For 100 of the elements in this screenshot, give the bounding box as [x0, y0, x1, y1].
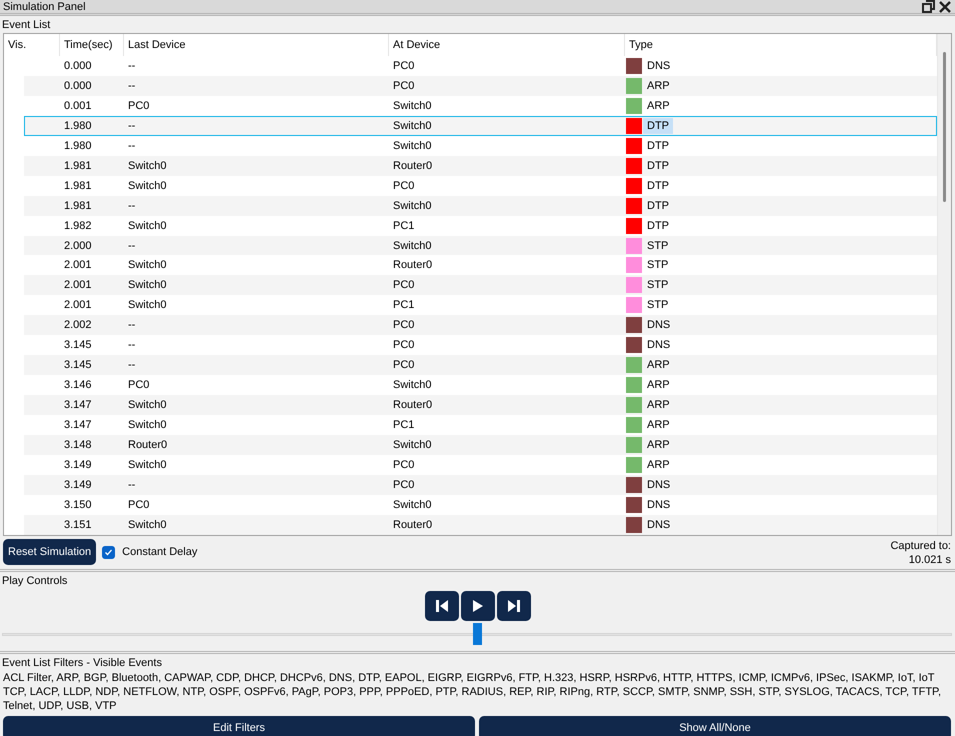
table-cell-text: Switch0 — [127, 259, 168, 272]
forward-button[interactable] — [496, 591, 530, 621]
table-cell-text: PC0 — [392, 359, 416, 372]
table-cell-text: 0.001 — [63, 100, 93, 112]
event-row[interactable]: 1.982 Switch0 PC1 DTP — [24, 216, 937, 236]
check-icon — [104, 548, 114, 556]
table-cell-text: STP — [646, 278, 670, 294]
filter-list: ACL Filter, ARP, BGP, Bluetooth, CAPWAP, CDP, DHCP, DHCPv6, DNS, DTP, EAPOL, EIGRP, EIGRPv6, FTP, H.323, HSRP, HSRPv6, HTTP, HTTPS, ICMP, ICMPv6, IPSec, ISAKMP, IoT, IoT TCP, LACP, LLDP, NDP, NETFLOW, NTP, OSPF, OSPFv6, PAgP, POP3, PPP, PPPoED, PTP, RADIUS, REP, RIP, RIPng, RTP, SCCP, SMTP, SNMP, SSH, STP, SYSLOG, TACACS, TCP, TFTP, Telnet, UDP, USB, VTP — [0, 671, 955, 713]
table-cell-text: ARP — [646, 418, 671, 434]
table-cell-text: ARP — [646, 98, 671, 114]
table-cell-text: ARP — [646, 78, 671, 94]
scrollbar-thumb[interactable] — [943, 52, 946, 202]
table-cell-text: Switch0 — [392, 200, 433, 212]
table-cell-text: Switch0 — [127, 180, 168, 192]
table-cell-text: DNS — [646, 58, 672, 74]
table-cell-text: Switch0 — [392, 140, 433, 152]
event-row[interactable]: 2.001 Switch0 PC1 STP — [24, 295, 937, 316]
table-cell-text: DNS — [646, 338, 672, 354]
event-row[interactable]: 1.981 Switch0 Router0 DTP — [24, 156, 937, 176]
table-cell-text: DTP — [646, 178, 670, 194]
table-cell-text: PC0 — [392, 478, 416, 491]
restore-icon[interactable] — [922, 0, 935, 13]
table-cell-text: 2.001 — [63, 299, 93, 312]
table-cell-text: PC1 — [392, 419, 416, 432]
table-cell-text: Switch0 — [127, 160, 168, 172]
table-cell-text: PC0 — [392, 80, 416, 92]
table-cell-text: ARP — [646, 398, 671, 414]
section-title: Event List Filters - Visible Events — [1, 656, 163, 671]
table-cell-text: Switch0 — [392, 120, 433, 132]
filter-button[interactable]: Edit Filters — [3, 716, 475, 736]
table-cell-text: Switch0 — [127, 299, 168, 312]
table-cell-text: PC0 — [392, 458, 416, 471]
table-cell-text: Switch0 — [127, 220, 168, 232]
table-cell-text: 1.981 — [63, 180, 93, 192]
event-row[interactable]: 3.148 Router0 Switch0 ARP — [24, 435, 937, 456]
checkbox[interactable] — [102, 546, 116, 558]
table-cell-text: Router0 — [392, 518, 434, 531]
close-icon[interactable] — [939, 0, 951, 12]
table-cell-text: DTP — [646, 198, 670, 214]
event-row[interactable]: 0.000 -- PC0 ARP — [24, 76, 937, 96]
event-row[interactable]: 3.149 -- PC0 DNS — [24, 474, 937, 495]
table-cell-text: ARP — [646, 458, 671, 473]
event-row[interactable]: 1.981 -- Switch0 DTP — [24, 196, 937, 216]
table-cell-text: 3.145 — [63, 339, 93, 352]
table-cell-text: 1.980 — [63, 140, 93, 152]
table-cell-text: Switch0 — [392, 240, 433, 252]
table-cell-text: DTP — [646, 138, 670, 154]
table-cell-text: PC0 — [392, 319, 416, 332]
event-row[interactable]: 2.001 Switch0 Router0 STP — [24, 255, 937, 276]
speed-slider[interactable] — [2, 623, 952, 645]
table-cell-text: PC1 — [392, 299, 416, 312]
table-cell-text: Switch0 — [392, 379, 433, 392]
table-cell-text: -- — [127, 478, 136, 491]
table-cell-text: 2.000 — [63, 240, 93, 252]
table-cell-text: -- — [127, 339, 136, 352]
table-cell-text: -- — [127, 319, 136, 332]
table-cell-text: 1.982 — [63, 220, 93, 232]
event-row[interactable]: 3.145 -- PC0 DNS — [24, 335, 937, 356]
event-row[interactable]: 1.981 Switch0 PC0 DTP — [24, 176, 937, 196]
filter-button[interactable]: Show All/None — [479, 716, 951, 736]
table-cell-text: PC0 — [127, 379, 150, 392]
table-cell-text: PC0 — [392, 279, 416, 292]
table-cell-text: DTP — [646, 218, 670, 234]
table-cell-text: ARP — [646, 358, 671, 374]
table-cell-text: -- — [127, 120, 136, 132]
table-cell-text: ARP — [646, 378, 671, 394]
table-cell-text: 3.145 — [63, 359, 93, 372]
event-row[interactable]: 3.151 Switch0 Router0 DNS — [24, 514, 937, 535]
checkbox-label: Constant Delay — [122, 546, 198, 558]
table-cell-text: Switch0 — [127, 419, 168, 432]
table-cell-text: 3.150 — [63, 498, 93, 511]
table-cell-text: 0.000 — [63, 80, 93, 92]
table-cell-text: PC1 — [392, 220, 416, 232]
table-cell: DTP — [643, 118, 673, 134]
table-cell-text: PC0 — [392, 339, 416, 352]
event-row[interactable]: 2.001 Switch0 PC0 STP — [24, 275, 937, 296]
table-cell-text: 2.001 — [63, 279, 93, 292]
table-cell-text: 1.981 — [63, 200, 93, 212]
table-cell-text: Switch0 — [392, 100, 433, 112]
event-row[interactable]: 3.145 -- PC0 ARP — [24, 355, 937, 376]
event-row[interactable]: 2.002 -- PC0 DNS — [24, 315, 937, 336]
event-row[interactable]: 2.000 -- Switch0 STP — [24, 236, 937, 256]
play-button[interactable] — [460, 591, 494, 621]
table-cell-text: Router0 — [392, 399, 434, 412]
reset-simulation-button[interactable]: Reset Simulation — [3, 539, 96, 565]
table-cell-text: DNS — [646, 478, 672, 493]
event-row[interactable]: 1.980 -- Switch0 DTP — [24, 116, 937, 136]
table-cell-text: ARP — [646, 438, 671, 454]
table-cell-text: Router0 — [392, 160, 434, 172]
table-cell-text: STP — [646, 238, 670, 254]
skip-forward-icon — [506, 598, 522, 614]
table-cell-text: STP — [646, 298, 670, 314]
event-row[interactable]: 3.147 Switch0 Router0 ARP — [24, 395, 937, 416]
table-cell-text: 2.002 — [63, 319, 93, 332]
slider-thumb[interactable] — [473, 623, 482, 645]
table-cell-text: -- — [127, 140, 136, 152]
play-icon — [470, 598, 484, 614]
back-button[interactable] — [424, 591, 458, 621]
skip-back-icon — [434, 598, 450, 614]
window-title: Simulation Panel — [3, 0, 86, 12]
